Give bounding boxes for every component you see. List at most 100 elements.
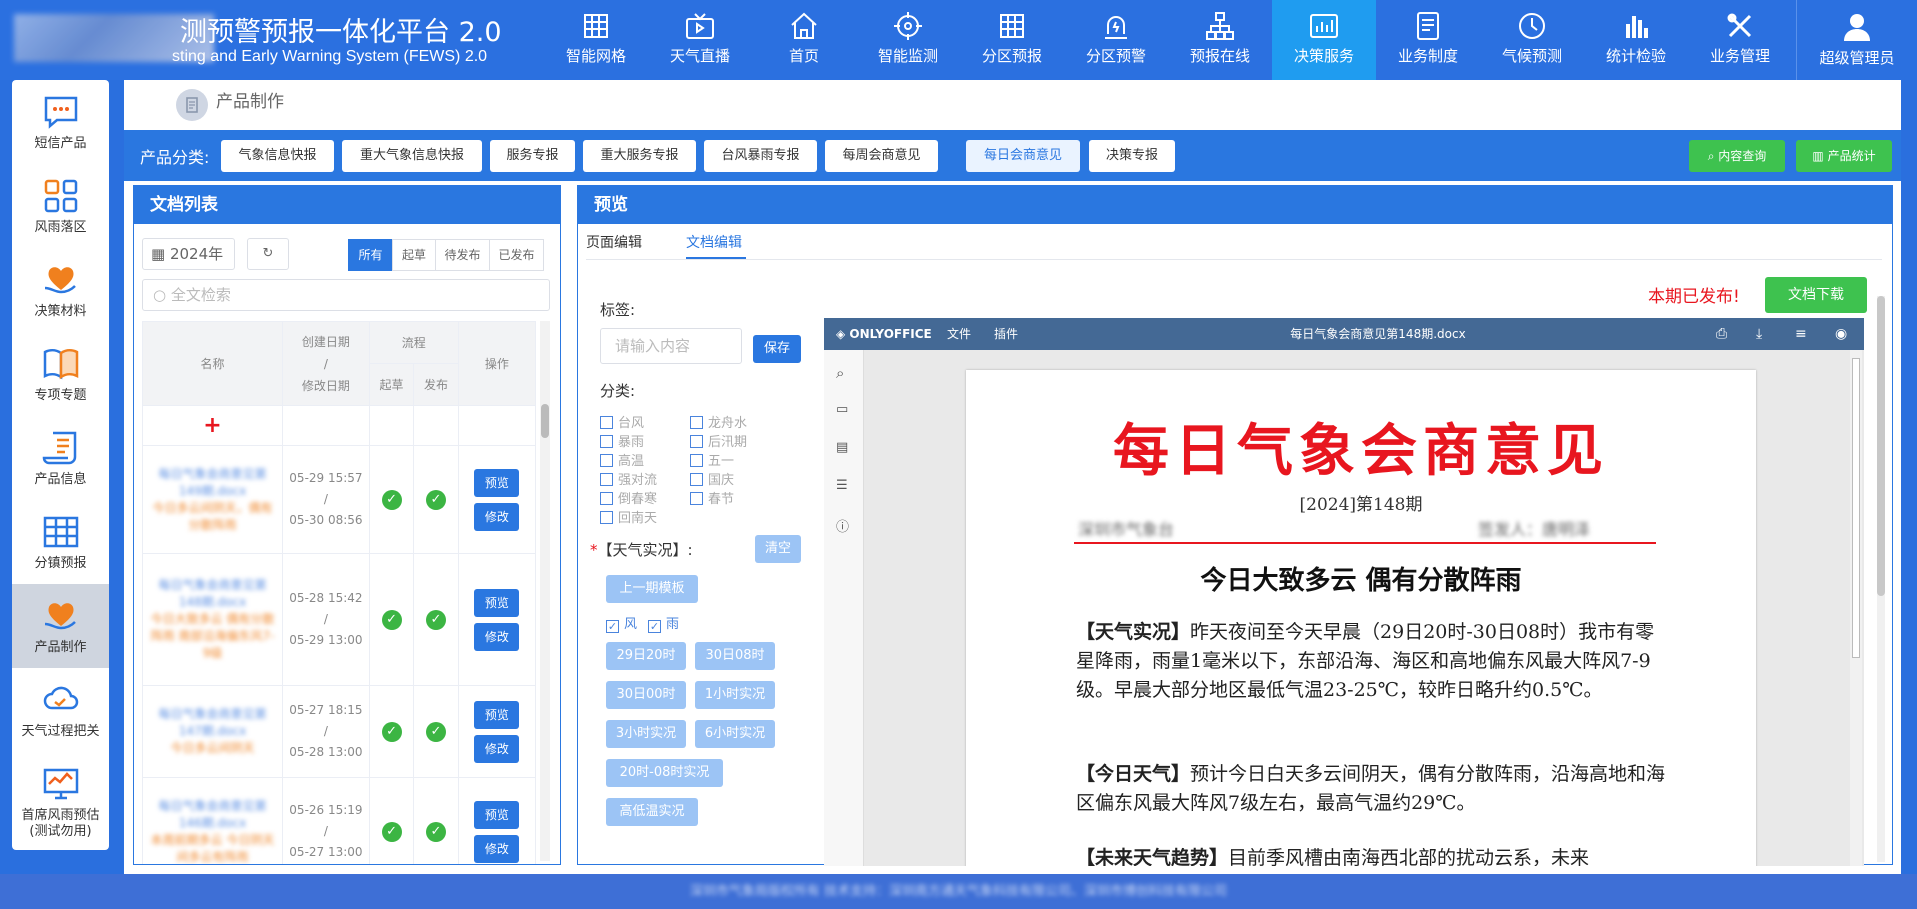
- product-stats-button[interactable]: ▥ 产品统计: [1796, 140, 1892, 172]
- preview-button[interactable]: 预览: [474, 800, 520, 829]
- category-checkbox[interactable]: 暴雨: [600, 431, 644, 450]
- nav-statistics[interactable]: 统计检验: [1584, 0, 1688, 80]
- category-checkbox[interactable]: 台风: [600, 412, 644, 431]
- preview-button[interactable]: 预览: [474, 468, 520, 497]
- sidebar-item-rain-zone[interactable]: 风雨落区: [12, 164, 109, 248]
- doc-name[interactable]: 每日气象会商意见第148期.docx 今日大致多云 偶有分散阵雨 南部沿海偏东风7…: [141, 553, 284, 686]
- category-button[interactable]: 每周会商意见: [825, 140, 938, 172]
- nav-weather-live[interactable]: 天气直播: [648, 0, 752, 80]
- editor-scrollbar[interactable]: [1850, 350, 1862, 866]
- year-picker[interactable]: ▦ 2024年: [142, 238, 235, 270]
- time-button[interactable]: 高低温实况: [606, 798, 698, 826]
- table-row[interactable]: 每日气象会商意见第146期.docx 本周前期多云 今日阴天间多云有阵雨 05-2…: [141, 777, 537, 864]
- category-button[interactable]: 台风暴雨专报: [704, 140, 817, 172]
- wind-checkbox[interactable]: ✓ 风: [606, 613, 637, 633]
- rain-checkbox[interactable]: ✓ 雨: [648, 613, 679, 633]
- sidebar-item-weather-process[interactable]: 天气过程把关: [12, 668, 109, 752]
- nav-forecast-online[interactable]: 预报在线: [1168, 0, 1272, 80]
- edit-button[interactable]: 修改: [474, 834, 520, 863]
- nav-climate-prediction[interactable]: 气候预测: [1480, 0, 1584, 80]
- category-checkbox[interactable]: 龙舟水: [690, 412, 747, 431]
- user-menu[interactable]: 超级管理员: [1796, 0, 1917, 80]
- user-icon[interactable]: ◉: [1835, 318, 1847, 350]
- content-query-button[interactable]: ⌕ 内容查询: [1689, 140, 1785, 172]
- preview-scrollbar[interactable]: [1877, 296, 1885, 862]
- refresh-button[interactable]: ↻: [247, 238, 289, 270]
- edit-button[interactable]: 修改: [474, 622, 520, 651]
- download-button[interactable]: 文档下载: [1765, 277, 1867, 313]
- scrollbar-thumb[interactable]: [1852, 358, 1860, 658]
- sidebar-item-topics[interactable]: 专项专题: [12, 332, 109, 416]
- sidebar-item-chief-estimate[interactable]: 首席风雨预估 (测试勿用): [12, 752, 109, 848]
- nav-home[interactable]: 首页: [752, 0, 856, 80]
- filter-draft[interactable]: 起草: [392, 239, 436, 271]
- category-button[interactable]: 重大气象信息快报: [342, 140, 482, 172]
- category-button[interactable]: 服务专报: [490, 140, 575, 172]
- nav-decision-service[interactable]: 决策服务: [1272, 0, 1376, 80]
- sidebar-item-town-forecast[interactable]: 分镇预报: [12, 500, 109, 584]
- table-row[interactable]: 每日气象会商意见第149期.docx 今日多云间阴天，偶有分散阵雨 05-29 1…: [141, 445, 537, 554]
- menu-icon[interactable]: ≡: [1795, 318, 1807, 350]
- category-checkbox[interactable]: 春节: [690, 488, 734, 507]
- time-button[interactable]: 30日00时: [606, 681, 686, 709]
- sidebar-item-product-making[interactable]: 产品制作: [12, 584, 109, 668]
- clear-button[interactable]: 清空: [755, 535, 801, 563]
- sidebar-item-sms[interactable]: 短信产品: [12, 80, 109, 164]
- table-row[interactable]: 每日气象会商意见第148期.docx 今日大致多云 偶有分散阵雨 南部沿海偏东风7…: [141, 553, 537, 686]
- time-button[interactable]: 29日20时: [606, 642, 686, 670]
- filter-published[interactable]: 已发布: [489, 239, 544, 271]
- menu-plugins[interactable]: 插件: [994, 318, 1018, 350]
- time-button[interactable]: 6小时实况: [695, 720, 775, 748]
- table-row[interactable]: 每日气象会商意见第147期.docx 今日多云间阴天 05-27 18:15/05…: [141, 685, 537, 778]
- add-doc-button[interactable]: +: [141, 405, 284, 446]
- print-icon[interactable]: ⎙: [1716, 318, 1727, 350]
- time-button[interactable]: 3小时实况: [606, 720, 686, 748]
- category-checkbox[interactable]: 强对流: [600, 469, 657, 488]
- sidebar-item-product-info[interactable]: 产品信息: [12, 416, 109, 500]
- category-checkbox[interactable]: 五一: [690, 450, 734, 469]
- category-button[interactable]: 重大服务专报: [583, 140, 696, 172]
- download-icon[interactable]: ⤓: [1756, 318, 1762, 350]
- navigation-icon[interactable]: ☰: [836, 478, 848, 493]
- nav-regulations[interactable]: 业务制度: [1376, 0, 1480, 80]
- nav-smart-grid[interactable]: 智能网格: [544, 0, 648, 80]
- category-button-selected[interactable]: 每日会商意见: [966, 140, 1080, 172]
- search-icon[interactable]: ⌕: [836, 364, 844, 382]
- doc-name[interactable]: 每日气象会商意见第147期.docx 今日多云间阴天: [141, 685, 284, 778]
- tab-doc-edit[interactable]: 文档编辑: [686, 232, 742, 252]
- sidebar-item-decision-materials[interactable]: 决策材料: [12, 248, 109, 332]
- edit-button[interactable]: 修改: [474, 734, 520, 763]
- tab-page-edit[interactable]: 页面编辑: [586, 232, 642, 252]
- scrollbar-thumb[interactable]: [1877, 296, 1885, 596]
- info-icon[interactable]: ⓘ: [836, 516, 849, 535]
- menu-file[interactable]: 文件: [947, 318, 971, 350]
- edit-button[interactable]: 修改: [474, 502, 520, 531]
- nav-business-management[interactable]: 业务管理: [1688, 0, 1792, 80]
- doc-name[interactable]: 每日气象会商意见第149期.docx 今日多云间阴天，偶有分散阵雨: [141, 445, 284, 554]
- category-checkbox[interactable]: 国庆: [690, 469, 734, 488]
- time-button[interactable]: 30日08时: [695, 642, 775, 670]
- category-checkbox[interactable]: 倒春寒: [600, 488, 657, 507]
- doc-list-scrollbar[interactable]: [540, 321, 550, 861]
- comment-icon[interactable]: ▭: [836, 402, 848, 417]
- nav-zone-forecast[interactable]: 分区预报: [960, 0, 1064, 80]
- nav-monitoring[interactable]: 智能监测: [856, 0, 960, 80]
- tag-input[interactable]: 请输入内容: [600, 328, 742, 364]
- scrollbar-thumb[interactable]: [541, 404, 549, 438]
- preview-button[interactable]: 预览: [474, 700, 520, 729]
- filter-all[interactable]: 所有: [348, 239, 393, 271]
- last-template-button[interactable]: 上一期模板: [606, 575, 698, 603]
- category-checkbox[interactable]: 后汛期: [690, 431, 747, 450]
- doc-name[interactable]: 每日气象会商意见第146期.docx 本周前期多云 今日阴天间多云有阵雨: [141, 777, 284, 864]
- category-checkbox[interactable]: 高温: [600, 450, 644, 469]
- time-button[interactable]: 1小时实况: [695, 681, 775, 709]
- category-button[interactable]: 决策专报: [1089, 140, 1175, 172]
- fulltext-search-input[interactable]: ○ 全文检索: [142, 279, 550, 311]
- category-checkbox[interactable]: 回南天: [600, 507, 657, 526]
- chat-icon[interactable]: ▤: [836, 440, 848, 455]
- save-tag-button[interactable]: 保存: [753, 335, 801, 363]
- category-button[interactable]: 气象信息快报: [221, 140, 334, 172]
- nav-zone-warning[interactable]: 分区预警: [1064, 0, 1168, 80]
- time-button[interactable]: 20时-08时实况: [606, 759, 723, 787]
- preview-button[interactable]: 预览: [474, 588, 520, 617]
